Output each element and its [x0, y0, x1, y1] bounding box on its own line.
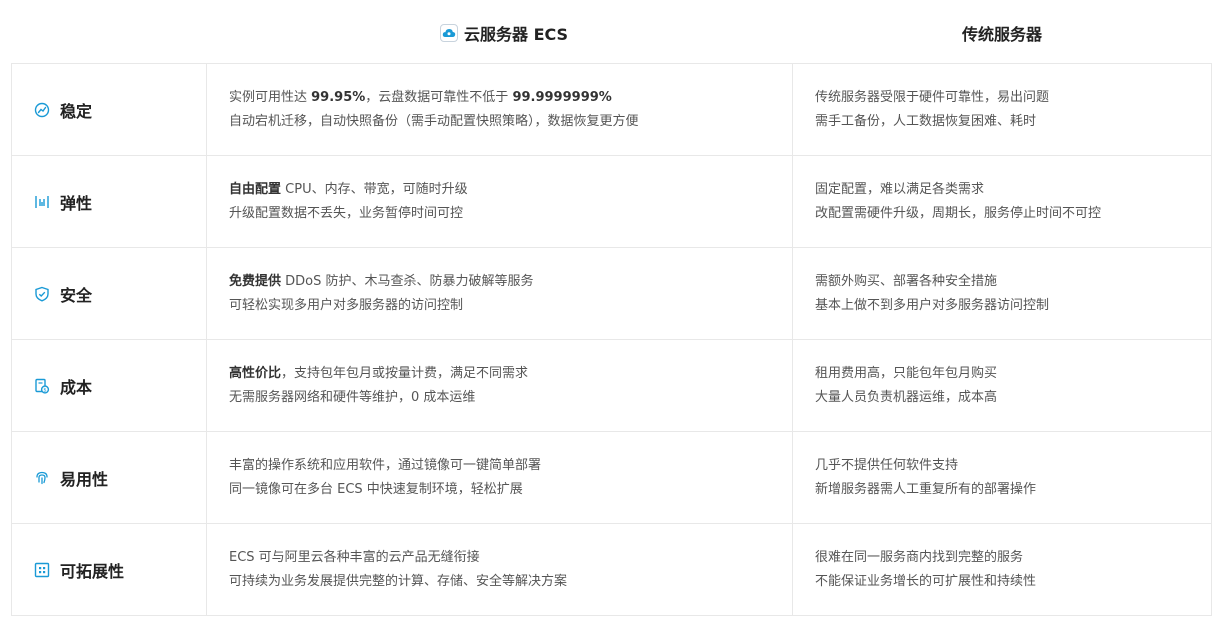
- table-row: 弹性 自由配置 CPU、内存、带宽，可随时升级升级配置数据不丢失，业务暂停时间可控…: [11, 155, 1212, 248]
- fingerprint-icon: [34, 470, 50, 486]
- table-row: $ 成本 高性价比，支持包年包月或按量计费，满足不同需求无需服务器网络和硬件等维护，…: [11, 339, 1212, 432]
- ecs-feature-cell: ECS 可与阿里云各种丰富的云产品无缝衔接可持续为业务发展提供完整的计算、存储、…: [206, 523, 793, 616]
- traditional-feature-cell: 很难在同一服务商内找到完整的服务 不能保证业务增长的可扩展性和持续性: [792, 523, 1212, 616]
- traditional-feature-line: 传统服务器受限于硬件可靠性，易出问题: [815, 89, 1050, 105]
- feature-text: ，支持包年包月或按量计费，满足不同需求: [281, 365, 529, 381]
- traditional-feature-cell: 需额外购买、部署各种安全措施基本上做不到多用户对多服务器访问控制: [792, 247, 1212, 340]
- table-row: 安全 免费提供 DDoS 防护、木马查杀、防暴力破解等服务可轻松实现多用户对多服务…: [11, 247, 1212, 340]
- feature-text: 可轻松实现多用户对多服务器的访问控制: [229, 297, 464, 313]
- highlight-text: 自由配置: [229, 181, 282, 197]
- highlight-text: 高性价比: [229, 365, 282, 381]
- feature-text: 可持续为业务发展提供完整的计算、存储、安全等解决方案: [229, 573, 568, 589]
- cloud-icon: [440, 24, 458, 42]
- feature-text: ，云盘数据可靠性不低于: [365, 89, 513, 105]
- ecs-feature-line: ECS 可与阿里云各种丰富的云产品无缝衔接: [229, 546, 792, 570]
- traditional-feature-cell: 几乎不提供任何软件支持新增服务器需人工重复所有的部署操作: [792, 431, 1212, 524]
- traditional-feature-line: 需手工备份，人工数据恢复困难、耗时: [815, 113, 1037, 129]
- elastic-bars-icon: [34, 194, 50, 210]
- feature-text: 实例可用性达: [229, 89, 312, 105]
- highlight-text: 免费提供: [229, 273, 282, 289]
- ecs-feature-cell: 实例可用性达 99.95%，云盘数据可靠性不低于 99.9999999% 自动宕机…: [206, 63, 793, 156]
- traditional-feature-line: 固定配置，难以满足各类需求: [815, 181, 985, 197]
- traditional-feature-line: 新增服务器需人工重复所有的部署操作: [815, 481, 1037, 497]
- ecs-feature-line: 升级配置数据不丢失，业务暂停时间可控: [229, 202, 792, 226]
- feature-text: 无需服务器网络和硬件等维护，0 成本运维: [229, 389, 476, 405]
- table-row: 稳定 实例可用性达 99.95%，云盘数据可靠性不低于 99.9999999% 自动…: [11, 63, 1212, 156]
- category-cell: 安全: [11, 247, 207, 340]
- category-label: 成本: [60, 377, 93, 397]
- cost-document-icon: $: [34, 378, 50, 394]
- highlight-text: 99.9999999%: [512, 89, 612, 105]
- ecs-feature-line: 自动宕机迁移，自动快照备份（需手动配置快照策略），数据恢复更方便: [229, 110, 792, 134]
- feature-text: CPU、内存、带宽，可随时升级: [281, 181, 468, 197]
- category-cell: $ 成本: [11, 339, 207, 432]
- ecs-feature-line: 自由配置 CPU、内存、带宽，可随时升级: [229, 178, 792, 202]
- traditional-feature-line: 基本上做不到多用户对多服务器访问控制: [815, 297, 1050, 313]
- ecs-feature-line: 免费提供 DDoS 防护、木马查杀、防暴力破解等服务: [229, 270, 792, 294]
- ecs-feature-line: 无需服务器网络和硬件等维护，0 成本运维: [229, 386, 792, 410]
- feature-text: ECS 可与阿里云各种丰富的云产品无缝衔接: [229, 549, 480, 565]
- traditional-feature-line: 租用费用高，只能包年包月购买: [815, 365, 998, 381]
- feature-text: 丰富的操作系统和应用软件，通过镜像可一键简单部署: [229, 457, 542, 473]
- comparison-page: 云服务器 ECS 传统服务器 稳定 实例可用性达 99.95%，云盘数据可靠性不低…: [0, 0, 1226, 639]
- traditional-feature-line: 几乎不提供任何软件支持: [815, 457, 959, 473]
- category-label: 可拓展性: [60, 561, 125, 581]
- ecs-feature-cell: 免费提供 DDoS 防护、木马查杀、防暴力破解等服务可轻松实现多用户对多服务器的…: [206, 247, 793, 340]
- ecs-column-header: 云服务器 ECS: [440, 22, 568, 44]
- highlight-text: 99.95%: [311, 89, 366, 105]
- ecs-feature-cell: 高性价比，支持包年包月或按量计费，满足不同需求无需服务器网络和硬件等维护，0 成…: [206, 339, 793, 432]
- ecs-column-title: 云服务器 ECS: [464, 25, 569, 44]
- expand-grid-icon: [34, 562, 50, 578]
- ecs-feature-line: 高性价比，支持包年包月或按量计费，满足不同需求: [229, 362, 792, 386]
- traditional-column-header: 传统服务器: [962, 22, 1042, 44]
- traditional-feature-line: 很难在同一服务商内找到完整的服务: [815, 549, 1024, 565]
- comparison-table: 稳定 实例可用性达 99.95%，云盘数据可靠性不低于 99.9999999% 自动…: [11, 63, 1212, 616]
- ecs-feature-line: 丰富的操作系统和应用软件，通过镜像可一键简单部署: [229, 454, 792, 478]
- traditional-feature-line: 大量人员负责机器运维，成本高: [815, 389, 998, 405]
- svg-text:$: $: [43, 387, 46, 393]
- category-label: 弹性: [60, 193, 93, 213]
- category-cell: 弹性: [11, 155, 207, 248]
- category-cell: 可拓展性: [11, 523, 207, 616]
- speedometer-icon: [34, 102, 50, 118]
- category-cell: 易用性: [11, 431, 207, 524]
- traditional-feature-cell: 租用费用高，只能包年包月购买 大量人员负责机器运维，成本高: [792, 339, 1212, 432]
- traditional-feature-cell: 传统服务器受限于硬件可靠性，易出问题 需手工备份，人工数据恢复困难、耗时: [792, 63, 1212, 156]
- ecs-feature-line: 实例可用性达 99.95%，云盘数据可靠性不低于 99.9999999%: [229, 86, 792, 110]
- shield-check-icon: [34, 286, 50, 302]
- ecs-feature-line: 可持续为业务发展提供完整的计算、存储、安全等解决方案: [229, 570, 792, 594]
- category-label: 易用性: [60, 469, 109, 489]
- traditional-feature-line: 改配置需硬件升级，周期长，服务停止时间不可控: [815, 205, 1102, 221]
- traditional-column-title: 传统服务器: [962, 25, 1043, 44]
- table-row: 可拓展性 ECS 可与阿里云各种丰富的云产品无缝衔接可持续为业务发展提供完整的计算…: [11, 523, 1212, 616]
- table-row: 易用性 丰富的操作系统和应用软件，通过镜像可一键简单部署 同一镜像可在多台 ECS …: [11, 431, 1212, 524]
- feature-text: 升级配置数据不丢失，业务暂停时间可控: [229, 205, 464, 221]
- feature-text: 自动宕机迁移，自动快照备份（需手动配置快照策略），数据恢复更方便: [229, 113, 639, 129]
- category-label: 稳定: [60, 101, 93, 121]
- traditional-feature-line: 需额外购买、部署各种安全措施: [815, 273, 998, 289]
- category-label: 安全: [60, 285, 93, 305]
- traditional-feature-cell: 固定配置，难以满足各类需求改配置需硬件升级，周期长，服务停止时间不可控: [792, 155, 1212, 248]
- ecs-feature-cell: 自由配置 CPU、内存、带宽，可随时升级升级配置数据不丢失，业务暂停时间可控: [206, 155, 793, 248]
- feature-text: DDoS 防护、木马查杀、防暴力破解等服务: [281, 273, 534, 289]
- feature-text: 同一镜像可在多台 ECS 中快速复制环境，轻松扩展: [229, 481, 523, 497]
- ecs-feature-line: 可轻松实现多用户对多服务器的访问控制: [229, 294, 792, 318]
- ecs-feature-line: 同一镜像可在多台 ECS 中快速复制环境，轻松扩展: [229, 478, 792, 502]
- ecs-feature-cell: 丰富的操作系统和应用软件，通过镜像可一键简单部署 同一镜像可在多台 ECS 中快速…: [206, 431, 793, 524]
- traditional-feature-line: 不能保证业务增长的可扩展性和持续性: [815, 573, 1037, 589]
- category-cell: 稳定: [11, 63, 207, 156]
